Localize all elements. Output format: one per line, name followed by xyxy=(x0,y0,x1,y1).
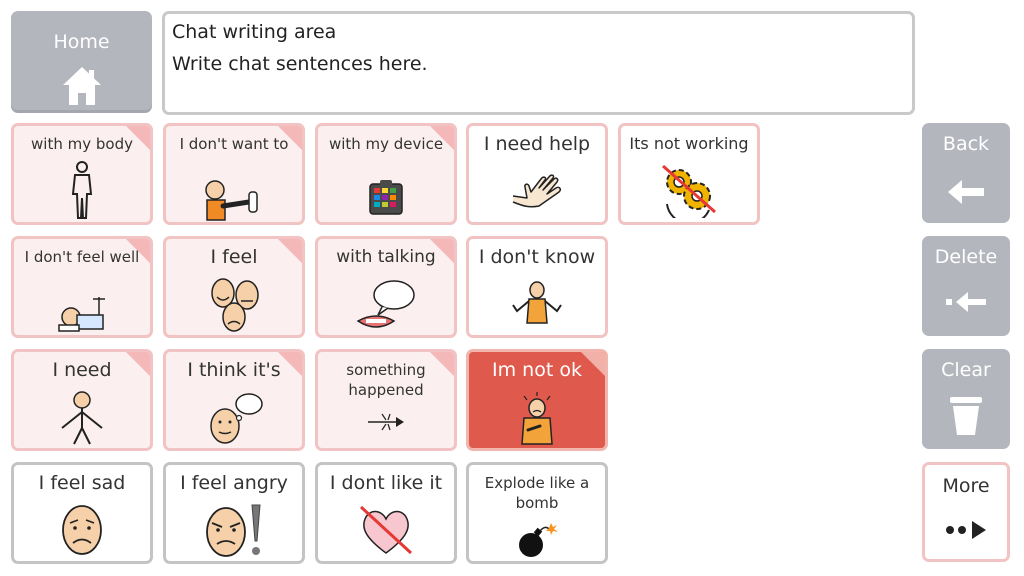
chat-title: Chat writing area xyxy=(172,21,337,43)
tile-label: I feel xyxy=(210,246,258,268)
open-hand-icon xyxy=(512,174,561,208)
bomb-icon xyxy=(519,523,558,557)
back-label: Back xyxy=(942,133,990,155)
feelings-faces-icon xyxy=(211,278,259,332)
event-arrow-icon xyxy=(368,413,404,431)
sick-in-bed-icon xyxy=(58,297,105,332)
tile-label: I need xyxy=(52,359,112,381)
tile-label: I need help xyxy=(483,133,591,155)
person-need-icon xyxy=(61,391,103,445)
tile-i-feel-sad[interactable]: I feel sad xyxy=(11,462,153,564)
tile-label: I think it's xyxy=(187,359,281,381)
delete-button[interactable]: Delete xyxy=(922,236,1010,336)
tile-label: with my body xyxy=(31,135,133,153)
chat-placeholder: Write chat sentences here. xyxy=(172,53,428,75)
tile-i-need[interactable]: I need xyxy=(11,349,153,451)
distressed-person-icon xyxy=(521,392,553,445)
tile-i-dont-feel-well[interactable]: I don't feel well xyxy=(11,236,153,338)
tile-label: I don't feel well xyxy=(24,248,140,266)
broken-gears-icon xyxy=(662,164,716,218)
clear-button[interactable]: Clear xyxy=(922,349,1010,449)
tile-label: I feel sad xyxy=(38,472,126,494)
tile-label: with talking xyxy=(336,247,436,267)
tile-i-feel-angry[interactable]: I feel angry xyxy=(163,462,305,564)
arrow-left-icon xyxy=(948,180,984,204)
shrug-icon xyxy=(512,281,562,324)
tablet-device-icon xyxy=(369,180,403,215)
tile-label: I don't know xyxy=(478,246,596,268)
tile-its-not-working[interactable]: Its not working xyxy=(618,123,760,225)
thinking-face-icon xyxy=(210,393,263,444)
more-button[interactable]: More xyxy=(922,462,1010,562)
tile-im-not-ok[interactable]: Im not ok xyxy=(466,349,608,451)
tile-i-feel[interactable]: I feel xyxy=(163,236,305,338)
home-label: Home xyxy=(53,31,110,53)
house-icon xyxy=(63,67,101,105)
tile-i-need-help[interactable]: I need help xyxy=(466,123,608,225)
tile-label: something happened xyxy=(346,361,426,399)
tile-label: Explode like a bomb xyxy=(484,474,590,512)
more-arrow-icon xyxy=(946,521,986,539)
clear-label: Clear xyxy=(941,359,991,381)
tile-label: I feel angry xyxy=(180,472,288,494)
more-label: More xyxy=(942,475,990,497)
refuse-gesture-icon xyxy=(205,180,258,221)
tile-label: I dont like it xyxy=(329,472,443,494)
tile-something-happened[interactable]: something happened xyxy=(315,349,457,451)
delete-label: Delete xyxy=(934,246,998,268)
angry-face-icon xyxy=(206,504,261,557)
crossed-heart-icon xyxy=(359,505,413,555)
tile-label: Its not working xyxy=(629,134,749,153)
backspace-icon xyxy=(946,292,986,312)
tile-with-my-body[interactable]: with my body xyxy=(11,123,153,225)
body-icon xyxy=(71,161,93,219)
tile-with-my-device[interactable]: with my device xyxy=(315,123,457,225)
tile-label: I don't want to xyxy=(179,135,289,153)
talking-mouth-icon xyxy=(356,280,415,328)
tile-explode-like-a-bomb[interactable]: Explode like a bomb xyxy=(466,462,608,564)
tile-label: Im not ok xyxy=(492,359,582,381)
home-button[interactable]: Home xyxy=(11,11,152,113)
chat-writing-area[interactable]: Chat writing area Write chat sentences h… xyxy=(162,11,915,115)
back-button[interactable]: Back xyxy=(922,123,1010,223)
sad-face-icon xyxy=(62,505,102,555)
tile-i-dont-know[interactable]: I don't know xyxy=(466,236,608,338)
tile-with-talking[interactable]: with talking xyxy=(315,236,457,338)
tile-i-dont-want-to[interactable]: I don't want to xyxy=(163,123,305,225)
tile-i-think-its[interactable]: I think it's xyxy=(163,349,305,451)
tile-i-dont-like-it[interactable]: I dont like it xyxy=(315,462,457,564)
trash-bin-icon xyxy=(950,397,982,435)
tile-label: with my device xyxy=(328,135,444,153)
